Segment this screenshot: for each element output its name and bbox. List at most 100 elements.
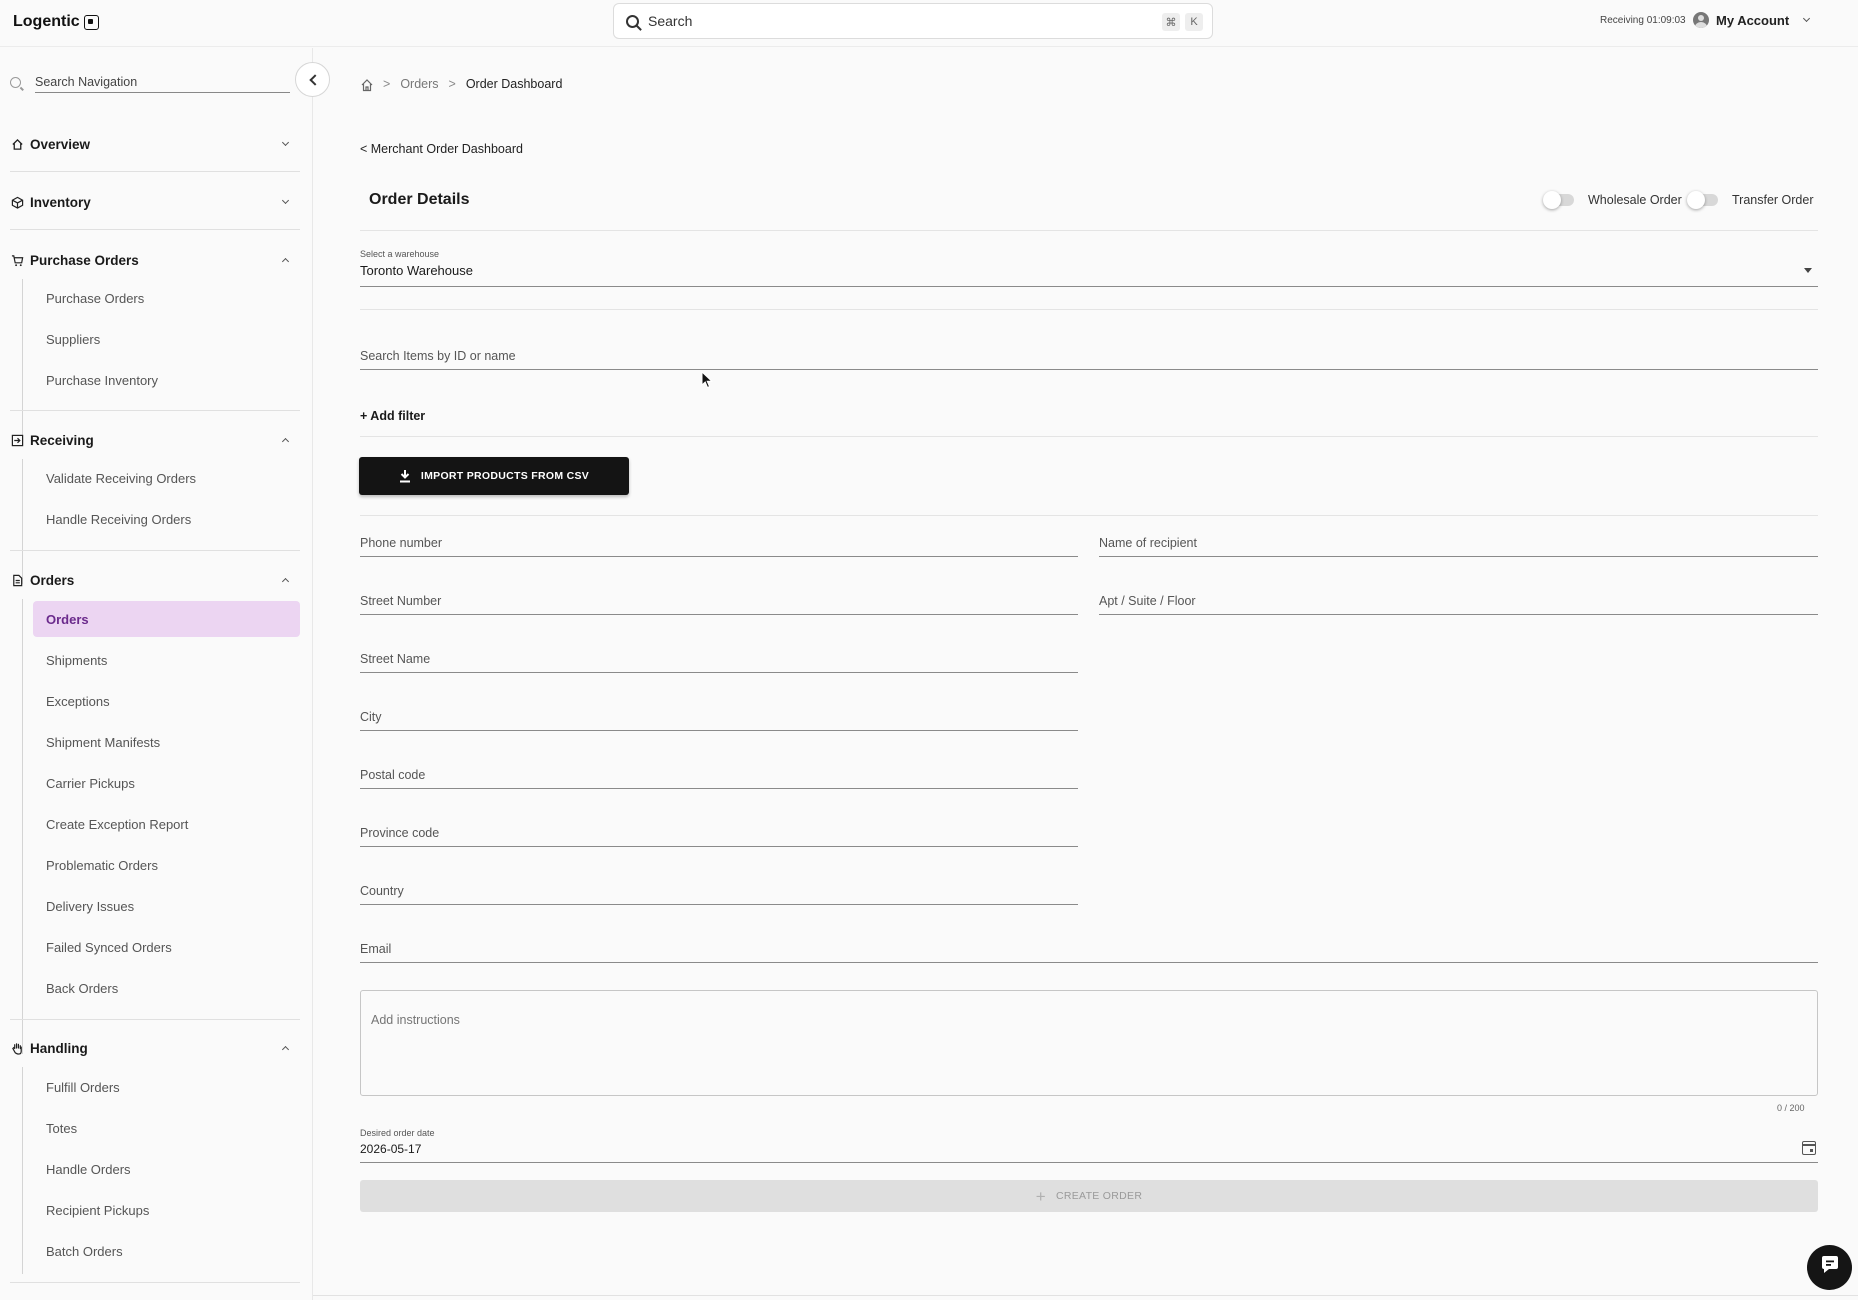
back-to-merchant-dashboard-link[interactable]: < Merchant Order Dashboard: [360, 142, 523, 156]
sidebar-item-suppliers[interactable]: Suppliers: [33, 321, 300, 357]
instructions-char-counter: 0 / 200: [1777, 1103, 1805, 1113]
create-order-label: CREATE ORDER: [1055, 1190, 1143, 1202]
sidebar-section-purchase-orders[interactable]: Purchase Orders: [10, 248, 300, 272]
avatar: [1693, 12, 1709, 28]
apt-suite-floor-field[interactable]: Apt / Suite / Floor: [1099, 585, 1818, 615]
sidebar-item-purchase-orders[interactable]: Purchase Orders: [33, 280, 300, 316]
receiving-timer[interactable]: Receiving 01:09:03: [1600, 15, 1686, 26]
wholesale-order-label: Wholesale Order: [1588, 193, 1682, 207]
sidebar-item-batch-orders[interactable]: Batch Orders: [33, 1233, 300, 1269]
sidebar-section-inventory[interactable]: Inventory: [10, 190, 300, 214]
import-button-label: IMPORT PRODUCTS FROM CSV: [420, 470, 590, 482]
create-order-button[interactable]: + CREATE ORDER: [360, 1180, 1818, 1212]
sidebar-item-exceptions[interactable]: Exceptions: [33, 683, 300, 719]
breadcrumb-orders[interactable]: Orders: [400, 77, 438, 91]
email-field[interactable]: Email: [360, 933, 1818, 963]
submenu-rail: [22, 1067, 23, 1274]
desired-date-input[interactable]: 2026-05-17: [360, 1142, 421, 1156]
submenu-rail: [22, 459, 23, 584]
dropdown-arrow-icon[interactable]: [1804, 268, 1812, 273]
sidebar-section-receiving[interactable]: Receiving: [10, 428, 300, 452]
wholesale-order-toggle-group[interactable]: Wholesale Order: [1543, 191, 1682, 209]
global-search[interactable]: Search ⌘ K: [613, 3, 1213, 39]
sidebar-section-handling[interactable]: Handling: [10, 1036, 300, 1060]
divider: [10, 1282, 300, 1283]
country-field[interactable]: Country: [360, 875, 1078, 905]
sidebar-item-validate-receiving-orders[interactable]: Validate Receiving Orders: [33, 460, 300, 496]
sidebar-section-label: Overview: [30, 136, 91, 152]
breadcrumb-separator: >: [448, 77, 456, 91]
account-menu[interactable]: My Account: [1693, 12, 1811, 28]
divider: [10, 550, 300, 551]
sidebar-item-recipient-pickups[interactable]: Recipient Pickups: [33, 1192, 300, 1228]
nav-search-input[interactable]: [35, 72, 290, 93]
wholesale-order-toggle[interactable]: [1543, 191, 1574, 209]
sidebar-item-problematic-orders[interactable]: Problematic Orders: [33, 847, 300, 883]
recipient-name-field[interactable]: Name of recipient: [1099, 527, 1818, 557]
search-icon: [10, 77, 21, 88]
instructions-textarea[interactable]: [360, 990, 1818, 1096]
sidebar-item-carrier-pickups[interactable]: Carrier Pickups: [33, 765, 300, 801]
sidebar-item-shipments[interactable]: Shipments: [33, 642, 300, 678]
breadcrumb-current: Order Dashboard: [465, 77, 563, 91]
divider: [360, 230, 1818, 231]
home-icon[interactable]: [360, 78, 373, 91]
logo-icon: [83, 14, 99, 30]
breadcrumb-separator: >: [383, 77, 391, 91]
sidebar-item-back-orders[interactable]: Back Orders: [33, 970, 300, 1006]
sidebar-item-create-exception-report[interactable]: Create Exception Report: [33, 806, 300, 842]
sidebar-item-failed-synced-orders[interactable]: Failed Synced Orders: [33, 929, 300, 965]
street-name-field[interactable]: Street Name: [360, 643, 1078, 673]
chevron-up-icon: [281, 437, 290, 446]
divider: [10, 171, 300, 172]
warehouse-select[interactable]: Toronto Warehouse: [360, 263, 473, 278]
desired-date-underline: [360, 1162, 1818, 1163]
warehouse-select-label: Select a warehouse: [360, 249, 440, 259]
search-icon: [626, 14, 639, 28]
sidebar-item-shipment-manifests[interactable]: Shipment Manifests: [33, 724, 300, 760]
sidebar-item-orders[interactable]: Orders: [33, 601, 300, 637]
divider: [10, 1019, 300, 1020]
cart-icon: [10, 253, 24, 267]
sidebar-section-label: Purchase Orders: [30, 252, 139, 268]
submenu-rail: [22, 599, 23, 1054]
street-number-field[interactable]: Street Number: [360, 585, 1078, 615]
sidebar-item-handle-orders[interactable]: Handle Orders: [33, 1151, 300, 1187]
add-filter-button[interactable]: + Add filter: [360, 409, 425, 423]
nav-search: [10, 72, 290, 93]
home-icon: [10, 137, 24, 151]
transfer-order-toggle-group[interactable]: Transfer Order: [1687, 191, 1814, 209]
app-name: Logentic: [13, 13, 80, 30]
sidebar-section-orders[interactable]: Orders: [10, 568, 300, 592]
postal-code-field[interactable]: Postal code: [360, 759, 1078, 789]
chevron-up-icon: [281, 1045, 290, 1054]
collapse-sidebar-button[interactable]: [295, 62, 330, 97]
command-key-hint: ⌘: [1162, 13, 1180, 31]
province-code-field[interactable]: Province code: [360, 817, 1078, 847]
sidebar-item-delivery-issues[interactable]: Delivery Issues: [33, 888, 300, 924]
chat-support-button[interactable]: [1807, 1245, 1852, 1290]
import-products-csv-button[interactable]: IMPORT PRODUCTS FROM CSV: [359, 457, 629, 495]
item-search-input[interactable]: Search Items by ID or name: [360, 340, 1818, 370]
sidebar-section-label: Orders: [30, 572, 75, 588]
chevron-down-icon: [281, 196, 290, 205]
sidebar-item-totes[interactable]: Totes: [33, 1110, 300, 1146]
sidebar-section-overview[interactable]: Overview: [10, 132, 300, 156]
transfer-order-toggle[interactable]: [1687, 191, 1718, 209]
plus-icon: +: [1035, 1186, 1046, 1206]
calendar-icon[interactable]: [1802, 1141, 1816, 1155]
chat-icon: [1818, 1253, 1842, 1282]
city-field[interactable]: City: [360, 701, 1078, 731]
breadcrumb: > Orders > Order Dashboard: [360, 77, 562, 91]
sidebar-item-fulfill-orders[interactable]: Fulfill Orders: [33, 1069, 300, 1105]
sidebar-item-handle-receiving-orders[interactable]: Handle Receiving Orders: [33, 501, 300, 537]
sidebar: Overview Inventory Purchase Orders Purch…: [0, 48, 313, 1300]
chevron-down-icon: [1803, 14, 1811, 23]
app-logo[interactable]: Logentic: [13, 13, 99, 31]
phone-number-field[interactable]: Phone number: [360, 527, 1078, 557]
chevron-left-icon: [308, 73, 321, 86]
receiving-status-text: Receiving 01:09:03: [1600, 15, 1686, 26]
global-search-placeholder: Search: [648, 13, 693, 29]
receive-icon: [10, 433, 24, 447]
sidebar-item-purchase-inventory[interactable]: Purchase Inventory: [33, 362, 300, 398]
